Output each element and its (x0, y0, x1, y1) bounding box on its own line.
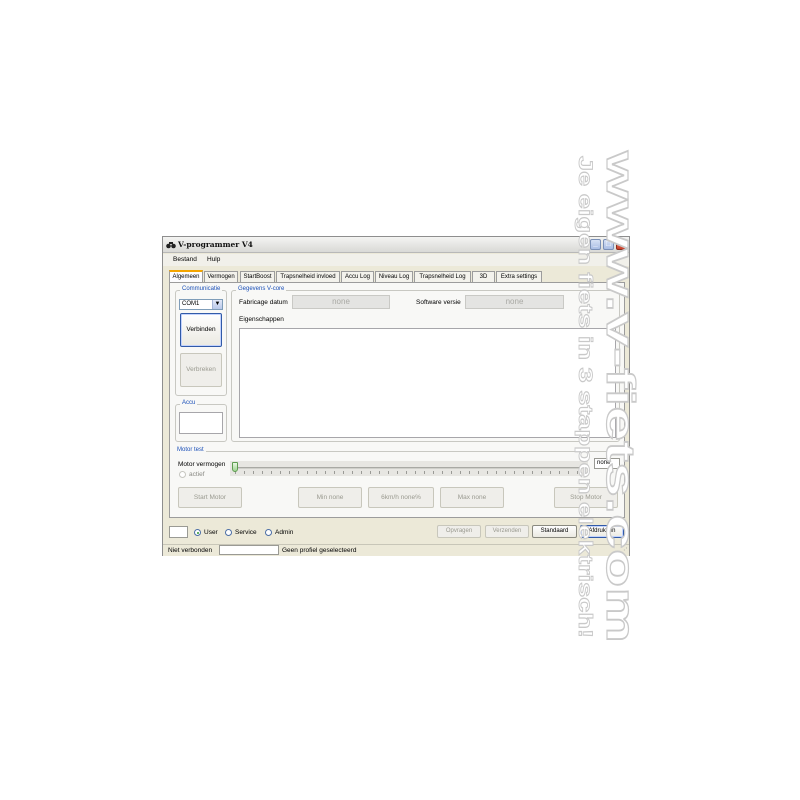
menu-bar: Bestand Hulp (163, 254, 629, 266)
fabricage-datum-label: Fabricage datum (239, 299, 288, 306)
tab-trapsnelheid-log[interactable]: Trapsnelheid Log (414, 271, 471, 282)
tab-extra-settings[interactable]: Extra settings (496, 271, 542, 282)
watermark-slogan: Je eigen fiets in 3 stappen elektrisch! (574, 156, 595, 638)
tab-vermogen[interactable]: Vermogen (204, 271, 238, 282)
menu-hulp[interactable]: Hulp (207, 256, 220, 263)
connection-status: Niet verbonden (168, 547, 213, 554)
start-motor-button[interactable]: Start Motor (178, 487, 242, 508)
verbreken-button[interactable]: Verbreken (180, 353, 222, 387)
watermark: www.v-fiets.com Je eigen fiets in 3 stap… (574, 149, 643, 644)
opvragen-button[interactable]: Opvragen (437, 525, 481, 538)
tab-niveau-log[interactable]: Niveau Log (375, 271, 413, 282)
com-port-select[interactable]: COM1 ▼ (179, 299, 223, 310)
tab-panel-algemeen: Communicatie COM1 ▼ Verbinden Verbreken … (169, 282, 625, 518)
speed-6kmh-button[interactable]: 6km/h none% (368, 487, 434, 508)
tab-trapsnelheid-invloed[interactable]: Trapsnelheid invloed (276, 271, 340, 282)
watermark-url: www.v-fiets.com (598, 149, 642, 643)
fabricage-datum-field: none (292, 295, 390, 309)
app-window: V-programmer V4 _ □ ✕ Bestand Hulp Algem… (162, 236, 630, 556)
verzenden-button[interactable]: Verzenden (485, 525, 529, 538)
role-indicator-box (169, 526, 188, 538)
slider-thumb[interactable] (232, 462, 238, 472)
bicycle-icon (166, 242, 176, 249)
tab-accu-log[interactable]: Accu Log (341, 271, 374, 282)
admin-label: Admin (275, 529, 294, 536)
eigenschappen-label: Eigenschappen (239, 316, 284, 323)
standaard-button[interactable]: Standaard (532, 525, 577, 538)
com-port-value: COM1 (182, 301, 200, 307)
slider-rail (234, 467, 582, 469)
vcore-legend: Gegevens V-core (236, 286, 287, 292)
actief-label: actief (189, 471, 205, 478)
admin-radio[interactable] (265, 529, 272, 536)
service-label: Service (235, 529, 257, 536)
accu-group: Accu (175, 400, 227, 442)
tab-startboost[interactable]: StartBoost (240, 271, 275, 282)
window-title: V-programmer V4 (178, 240, 253, 249)
profile-status: Geen profiel geselecteerd (282, 547, 357, 554)
verbinden-button[interactable]: Verbinden (180, 313, 222, 347)
software-versie-label: Software versie (416, 299, 461, 306)
communicatie-legend: Communicatie (180, 286, 223, 292)
user-label: User (204, 529, 218, 536)
communicatie-group: Communicatie COM1 ▼ Verbinden Verbreken (175, 286, 227, 396)
max-button[interactable]: Max none (440, 487, 504, 508)
slider-ticks (235, 471, 583, 474)
tab-3d[interactable]: 3D (472, 271, 495, 282)
eigenschappen-box (239, 328, 616, 438)
motor-test-legend: Motor test (175, 447, 206, 453)
software-versie-field: none (465, 295, 564, 309)
status-bar: Niet verbonden Geen profiel geselecteerd… (163, 544, 629, 556)
motor-power-slider[interactable] (230, 461, 588, 476)
menu-bestand[interactable]: Bestand (173, 256, 197, 263)
user-radio[interactable] (194, 529, 201, 536)
chevron-down-icon[interactable]: ▼ (212, 300, 222, 309)
tab-algemeen[interactable]: Algemeen (169, 270, 203, 282)
accu-display (179, 412, 223, 434)
accu-legend: Accu (180, 400, 198, 406)
min-button[interactable]: Min none (298, 487, 362, 508)
service-radio[interactable] (225, 529, 232, 536)
title-bar[interactable]: V-programmer V4 _ □ ✕ (163, 237, 629, 253)
motor-vermogen-label: Motor vermogen (178, 461, 226, 468)
actief-radio[interactable] (179, 471, 186, 478)
vcore-group: Gegevens V-core Fabricage datum none Sof… (231, 286, 620, 442)
status-progress-box (219, 545, 279, 555)
